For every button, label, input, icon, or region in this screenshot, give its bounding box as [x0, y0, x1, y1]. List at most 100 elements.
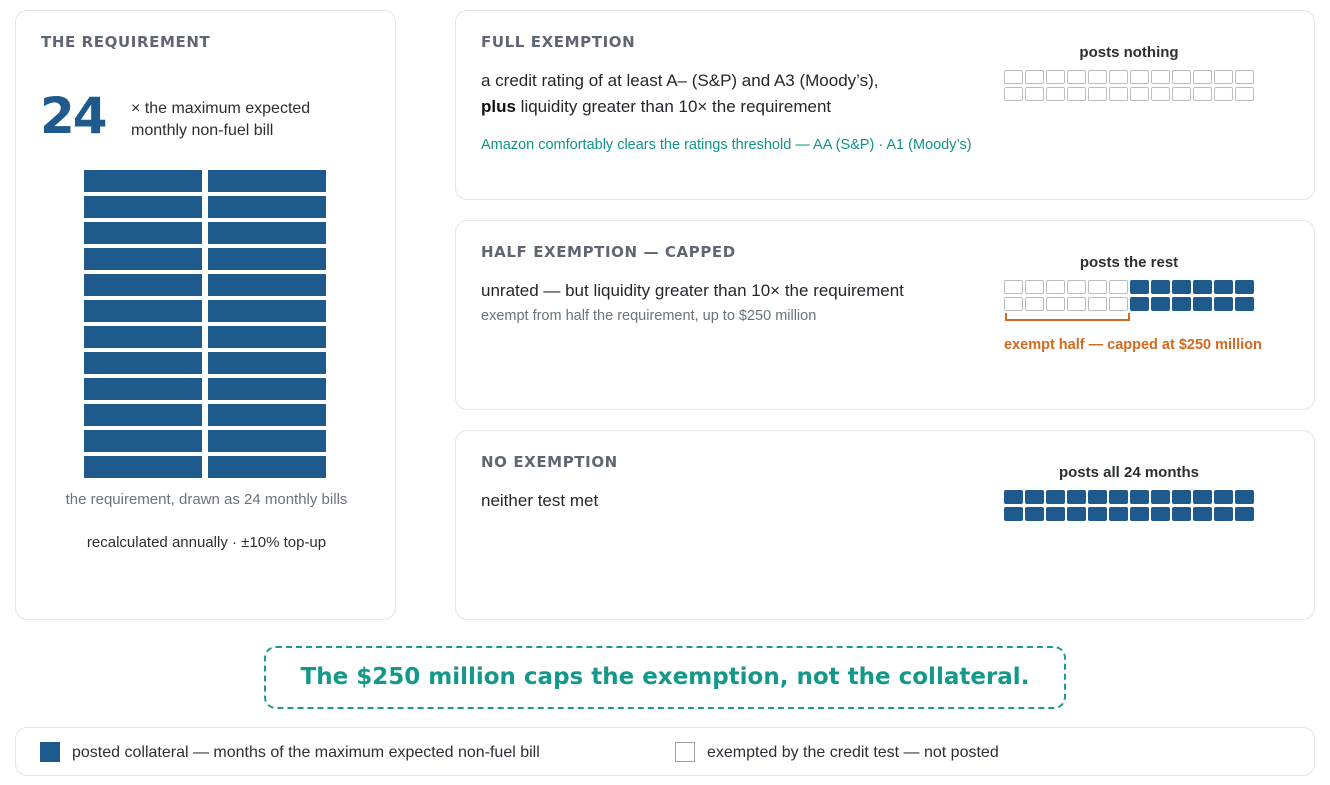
no-exemption-title: NO EXEMPTION — [481, 453, 618, 471]
monthly-bill — [208, 196, 326, 218]
posted-month-cell — [1172, 280, 1191, 294]
posted-month-cell — [1151, 507, 1170, 521]
posted-month-cell — [1172, 490, 1191, 504]
legend-posted-label: posted collateral — months of the maximu… — [72, 744, 540, 761]
exempt-month-cell — [1130, 70, 1149, 84]
exempt-month-cell — [1067, 87, 1086, 101]
posted-month-cell — [1172, 297, 1191, 311]
exempt-month-cell — [1067, 297, 1086, 311]
full-exemption-criteria: a credit rating of at least A– (S&P) and… — [481, 68, 1001, 120]
monthly-bill — [208, 326, 326, 348]
monthly-bill — [84, 300, 202, 322]
requirement-description: × the maximum expected monthly non-fuel … — [131, 100, 311, 139]
exempt-month-cell — [1151, 70, 1170, 84]
full-exemption-line1: a credit rating of at least A– (S&P) and… — [481, 71, 879, 90]
requirement-title: THE REQUIREMENT — [41, 33, 211, 51]
exempt-month-cell — [1088, 70, 1107, 84]
monthly-bill — [208, 456, 326, 478]
posted-month-cell — [1193, 490, 1212, 504]
monthly-bill — [84, 404, 202, 426]
posted-month-cell — [1193, 280, 1212, 294]
exempt-month-cell — [1109, 87, 1128, 101]
posted-month-cell — [1088, 507, 1107, 521]
monthly-bill — [84, 326, 202, 348]
posted-month-cell — [1046, 507, 1065, 521]
exempt-month-cell — [1025, 87, 1044, 101]
posted-month-cell — [1172, 507, 1191, 521]
half-exemption-title: HALF EXEMPTION — CAPPED — [481, 243, 736, 261]
exempt-month-cell — [1004, 297, 1023, 311]
monthly-bill — [84, 456, 202, 478]
monthly-bill — [84, 352, 202, 374]
exempt-month-cell — [1025, 280, 1044, 294]
monthly-bill — [208, 404, 326, 426]
exempt-month-cell — [1130, 87, 1149, 101]
full-exemption-note: Amazon comfortably clears the ratings th… — [481, 137, 972, 153]
full-exemption-line2: liquidity greater than 10× the requireme… — [515, 97, 832, 116]
requirement-multiplier: 24 — [40, 87, 108, 145]
half-exemption-sub: exempt from half the requirement, up to … — [481, 308, 817, 324]
exempt-month-cell — [1235, 87, 1254, 101]
posted-month-cell — [1193, 297, 1212, 311]
exempt-month-cell — [1151, 87, 1170, 101]
posted-month-cell — [1130, 280, 1149, 294]
exempt-month-cell — [1172, 70, 1191, 84]
monthly-bill — [208, 352, 326, 374]
posted-month-cell — [1025, 507, 1044, 521]
exempt-month-cell — [1214, 87, 1233, 101]
exempt-month-cell — [1193, 87, 1212, 101]
posted-month-cell — [1151, 490, 1170, 504]
monthly-bill — [84, 222, 202, 244]
exempt-month-cell — [1004, 87, 1023, 101]
exempt-month-cell — [1046, 297, 1065, 311]
posted-month-cell — [1067, 490, 1086, 504]
requirement-caption: the requirement, drawn as 24 monthly bil… — [65, 491, 348, 508]
monthly-bill — [84, 378, 202, 400]
posted-month-cell — [1235, 280, 1254, 294]
legend: posted collateral — months of the maximu… — [15, 727, 1315, 776]
monthly-bill — [208, 222, 326, 244]
posted-month-cell — [1109, 490, 1128, 504]
half-exemption-grid-caption: posts the rest — [1079, 254, 1179, 271]
full-exemption-grid-caption: posts nothing — [1079, 44, 1179, 61]
exempt-month-cell — [1025, 70, 1044, 84]
legend-exempted-label: exempted by the credit test — not posted — [707, 744, 999, 761]
exempted-swatch — [675, 742, 695, 762]
exempt-month-cell — [1109, 70, 1128, 84]
posted-month-cell — [1214, 280, 1233, 294]
half-exemption-month-grid — [1004, 280, 1256, 313]
posted-month-cell — [1025, 490, 1044, 504]
posted-month-cell — [1067, 507, 1086, 521]
posted-month-cell — [1130, 507, 1149, 521]
exempt-month-cell — [1088, 87, 1107, 101]
requirement-note: recalculated annually · ±10% top-up — [86, 534, 327, 551]
full-exemption-card: FULL EXEMPTION a credit rating of at lea… — [455, 10, 1315, 200]
no-exemption-card: NO EXEMPTION neither test met posts all … — [455, 430, 1315, 620]
posted-month-cell — [1151, 280, 1170, 294]
posted-month-cell — [1004, 507, 1023, 521]
monthly-bill — [84, 170, 202, 192]
exempt-month-cell — [1109, 280, 1128, 294]
posted-month-cell — [1214, 507, 1233, 521]
no-exemption-criteria: neither test met — [481, 491, 599, 510]
posted-month-cell — [1130, 297, 1149, 311]
monthly-bill — [84, 274, 202, 296]
exempt-month-cell — [1067, 70, 1086, 84]
half-exemption-card: HALF EXEMPTION — CAPPED unrated — but li… — [455, 220, 1315, 410]
exempt-half-label: exempt half — capped at $250 million — [1004, 337, 1262, 353]
posted-month-cell — [1088, 490, 1107, 504]
exempt-month-cell — [1046, 70, 1065, 84]
posted-swatch — [40, 742, 60, 762]
full-exemption-plus: plus — [481, 97, 516, 116]
exempt-month-cell — [1046, 87, 1065, 101]
exempt-month-cell — [1109, 297, 1128, 311]
exempt-month-cell — [1172, 87, 1191, 101]
exempt-month-cell — [1088, 297, 1107, 311]
full-exemption-month-grid — [1004, 70, 1256, 103]
monthly-bill — [84, 196, 202, 218]
posted-month-cell — [1004, 490, 1023, 504]
monthly-bill — [208, 430, 326, 452]
exempt-month-cell — [1193, 70, 1212, 84]
posted-month-cell — [1109, 507, 1128, 521]
posted-month-cell — [1214, 490, 1233, 504]
